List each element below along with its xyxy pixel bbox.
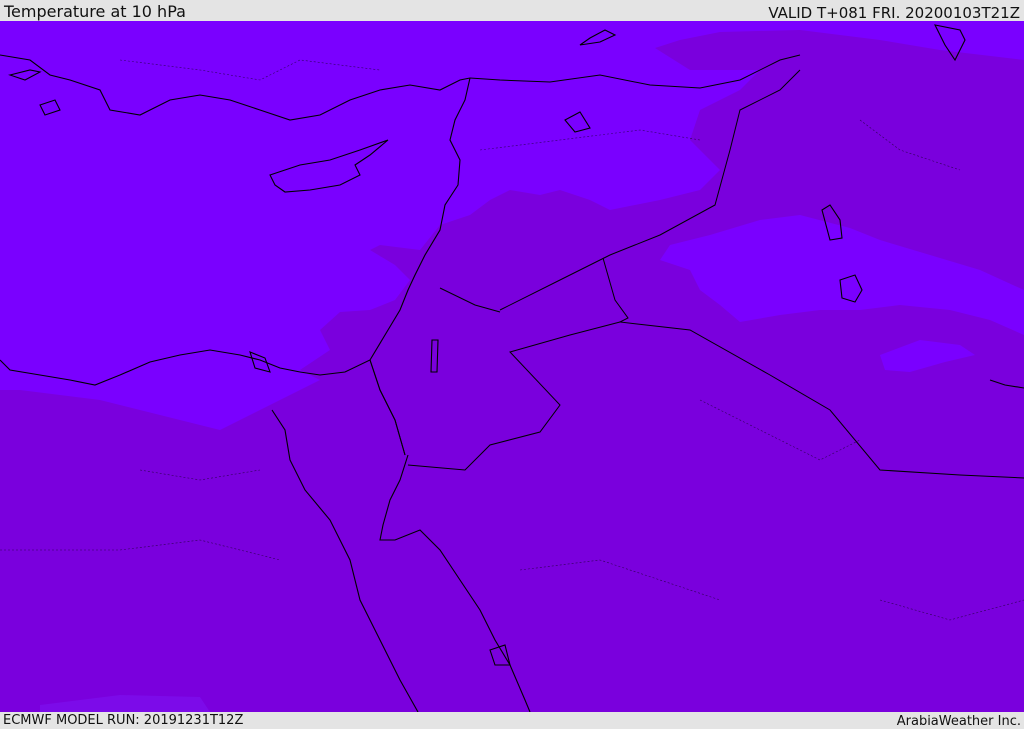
valid-time-label: VALID T+081 FRI. 20200103T21Z: [768, 4, 1020, 22]
credit-label: ArabiaWeather Inc.: [896, 714, 1021, 729]
map-svg: [0, 21, 1024, 712]
weather-map[interactable]: [0, 21, 1024, 712]
model-run-label: ECMWF MODEL RUN: 20191231T12Z: [3, 713, 244, 728]
header-bar: Temperature at 10 hPa VALID T+081 FRI. 2…: [0, 0, 1024, 21]
chart-title: Temperature at 10 hPa: [4, 2, 186, 21]
footer-bar: ECMWF MODEL RUN: 20191231T12Z ArabiaWeat…: [0, 712, 1024, 729]
